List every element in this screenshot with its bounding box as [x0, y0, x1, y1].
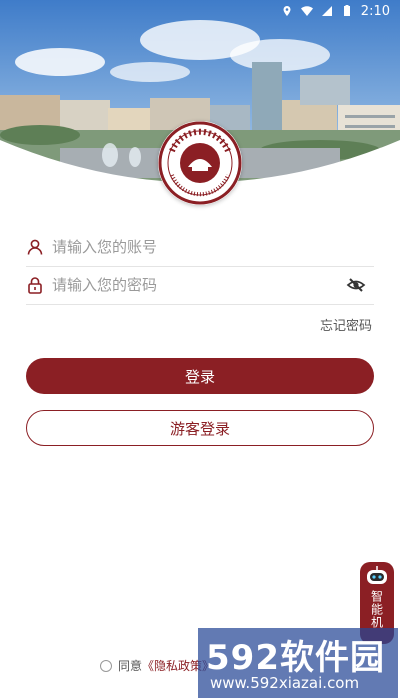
guest-login-button[interactable]: 游客登录 — [26, 410, 374, 446]
login-button[interactable]: 登录 — [26, 358, 374, 394]
password-field[interactable] — [26, 266, 374, 305]
account-input[interactable] — [50, 237, 374, 257]
signal-icon — [321, 6, 332, 16]
password-input[interactable] — [50, 275, 346, 295]
status-bar: 2:10 — [0, 0, 400, 22]
location-icon — [283, 6, 291, 16]
lock-icon — [28, 277, 42, 294]
user-icon — [27, 239, 43, 255]
account-field[interactable] — [26, 228, 374, 267]
battery-icon — [343, 5, 350, 16]
university-seal — [158, 121, 242, 205]
agree-prefix: 同意 — [118, 659, 143, 673]
watermark-url: www.592xiazai.com — [210, 674, 360, 692]
forgot-password-link[interactable]: 忘记密码 — [320, 315, 372, 334]
hide-password-icon[interactable] — [346, 275, 366, 295]
assistant-label: 智能机 — [369, 590, 384, 629]
wifi-icon — [300, 6, 313, 16]
watermark-title: 592软件园 — [206, 638, 385, 678]
privacy-agreement: 同意 《隐私政策》 — [100, 657, 214, 674]
status-time: 2:10 — [360, 3, 390, 19]
university-logo — [158, 121, 242, 205]
agree-radio[interactable] — [100, 659, 112, 672]
robot-icon — [367, 566, 387, 584]
site-watermark: 592软件园 www.592xiazai.com — [198, 628, 398, 698]
